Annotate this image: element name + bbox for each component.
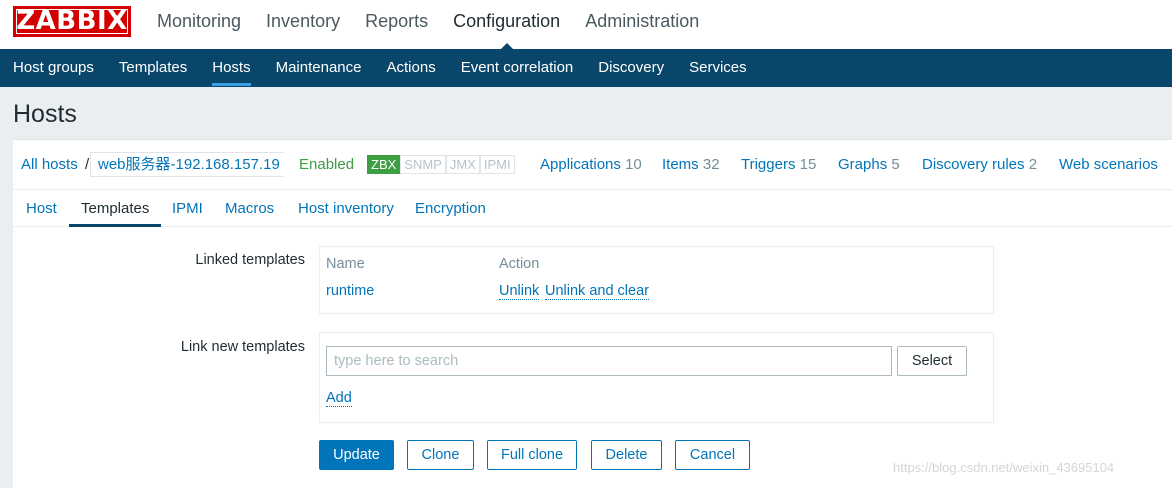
triggers-label: Triggers [741, 156, 796, 173]
col-name-header: Name [326, 256, 365, 272]
tab-ipmi[interactable]: IPMI [172, 200, 203, 217]
template-search-input[interactable] [326, 346, 892, 376]
submenu-host-groups[interactable]: Host groups [13, 49, 94, 87]
zabbix-logo[interactable]: ZABBIX [13, 6, 131, 37]
submenu-event-correlation[interactable]: Event correlation [461, 49, 574, 87]
tab-templates[interactable]: Templates [81, 200, 149, 217]
badge-ipmi: IPMI [479, 155, 515, 174]
full-clone-button[interactable]: Full clone [487, 440, 577, 470]
tab-host[interactable]: Host [26, 200, 57, 217]
update-button[interactable]: Update [319, 440, 394, 470]
tab-host-inventory[interactable]: Host inventory [298, 200, 394, 217]
graphs-label: Graphs [838, 156, 888, 173]
menu-monitoring[interactable]: Monitoring [157, 0, 241, 49]
discovery-rules-count: 2 [1028, 156, 1038, 173]
host-tabs: Host Templates IPMI Macros Host inventor… [13, 189, 1172, 227]
applications-link[interactable]: Applications 10 [540, 156, 642, 173]
templates-form: Linked templates Name Action runtime Unl… [13, 227, 1172, 488]
triggers-count: 15 [799, 156, 817, 173]
items-label: Items [662, 156, 699, 173]
cancel-button[interactable]: Cancel [675, 440, 750, 470]
link-new-templates-label: Link new templates [180, 339, 305, 355]
web-scenarios-link[interactable]: Web scenarios [1059, 156, 1158, 173]
logo-border [16, 9, 128, 34]
menu-configuration[interactable]: Configuration [453, 0, 560, 49]
graphs-count: 5 [891, 156, 900, 173]
applications-label: Applications [540, 156, 621, 173]
sub-menu: Host groups Templates Hosts Maintenance … [0, 49, 1172, 87]
badge-jmx: JMX [445, 155, 480, 174]
applications-count: 10 [625, 156, 642, 173]
add-link[interactable]: Add [326, 390, 352, 407]
main-menu: Monitoring Inventory Reports Configurati… [157, 0, 724, 49]
submenu-templates[interactable]: Templates [119, 49, 187, 87]
submenu-discovery[interactable]: Discovery [598, 49, 664, 87]
linked-templates-table: Name Action runtime Unlink Unlink and cl… [319, 246, 994, 314]
menu-inventory[interactable]: Inventory [266, 0, 340, 49]
discovery-rules-label: Discovery rules [922, 156, 1025, 173]
watermark: https://blog.csdn.net/weixin_43695104 [893, 460, 1115, 475]
menu-administration[interactable]: Administration [585, 0, 699, 49]
items-link[interactable]: Items 32 [662, 156, 720, 173]
select-button[interactable]: Select [897, 346, 967, 376]
host-breadcrumb-strip: All hosts / web服务器-192.168.157.19 Enable… [13, 139, 1172, 189]
tab-macros[interactable]: Macros [225, 200, 274, 217]
all-hosts-link[interactable]: All hosts [21, 156, 78, 173]
badge-snmp: SNMP [400, 155, 446, 174]
clone-button[interactable]: Clone [407, 440, 474, 470]
breadcrumb-separator: / [85, 156, 90, 173]
menu-reports[interactable]: Reports [365, 0, 428, 49]
linked-templates-label: Linked templates [195, 252, 305, 268]
delete-button[interactable]: Delete [591, 440, 662, 470]
top-bar: ZABBIX Monitoring Inventory Reports Conf… [0, 0, 1172, 49]
items-count: 32 [702, 156, 720, 173]
page-title: Hosts [13, 100, 77, 128]
badge-zbx: ZBX [367, 155, 401, 174]
template-runtime-link[interactable]: runtime [326, 283, 374, 299]
tab-encryption[interactable]: Encryption [415, 200, 486, 217]
host-name-link[interactable]: web服务器-192.168.157.19 [90, 152, 284, 177]
submenu-hosts[interactable]: Hosts [212, 49, 251, 87]
submenu-maintenance[interactable]: Maintenance [276, 49, 362, 87]
status-enabled[interactable]: Enabled [299, 156, 354, 173]
availability-badges: ZBX SNMP JMX IPMI [367, 155, 515, 174]
submenu-actions[interactable]: Actions [387, 49, 436, 87]
col-action-header: Action [499, 256, 540, 272]
unlink-link[interactable]: Unlink [499, 283, 540, 300]
graphs-link[interactable]: Graphs 5 [838, 156, 900, 173]
submenu-services[interactable]: Services [689, 49, 747, 87]
unlink-and-clear-link[interactable]: Unlink and clear [545, 283, 649, 300]
discovery-rules-link[interactable]: Discovery rules 2 [922, 156, 1037, 173]
triggers-link[interactable]: Triggers 15 [741, 156, 816, 173]
